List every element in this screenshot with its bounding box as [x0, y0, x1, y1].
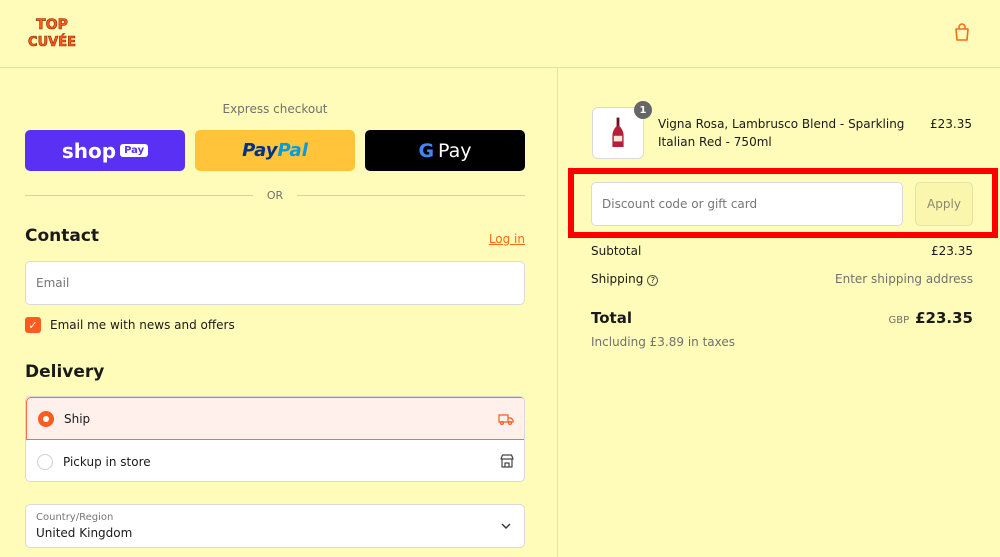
login-link[interactable]: Log in	[470, 232, 525, 246]
total-amount-group: GBP £23.35	[888, 309, 973, 327]
top-cuvee-logo[interactable]: TOP CUVÉE	[25, 14, 79, 51]
shop-pay-badge: Pay	[120, 144, 149, 157]
google-g-icon: G	[418, 139, 435, 162]
paypal-button[interactable]: Pay Pal	[195, 130, 355, 171]
checkout-form: Express checkout shop Pay Pay Pal G Pay O…	[0, 68, 558, 557]
delivery-method-group: Ship Pickup in store	[25, 396, 525, 482]
order-summary: 1 Vigna Rosa, Lambrusco Blend - Sparklin…	[558, 68, 1000, 557]
discount-code-input[interactable]	[592, 183, 902, 225]
currency-code: GBP	[888, 315, 910, 326]
pickup-radio[interactable]	[37, 453, 53, 470]
subtotal-value: £23.35	[931, 244, 973, 258]
pickup-label: Pickup in store	[63, 454, 151, 469]
or-divider: OR	[25, 187, 525, 203]
ship-radio[interactable]	[38, 410, 54, 427]
subtotal-row: Subtotal £23.35	[591, 244, 973, 258]
svg-text:TOP: TOP	[36, 17, 68, 33]
svg-text:CUVÉE: CUVÉE	[28, 34, 76, 50]
newsletter-checkbox[interactable]: ✓	[25, 317, 41, 333]
country-value: United Kingdom	[36, 526, 133, 540]
contact-heading: Contact	[25, 226, 100, 246]
apply-discount-button[interactable]: Apply	[915, 182, 973, 226]
delivery-option-pickup[interactable]: Pickup in store	[26, 440, 524, 481]
shopping-bag-icon[interactable]	[951, 21, 973, 43]
shop-pay-button[interactable]: shop Pay	[25, 130, 185, 171]
country-label: Country/Region	[36, 512, 114, 523]
logo-mark: TOP CUVÉE	[28, 17, 77, 51]
wine-bottle-icon	[612, 117, 624, 147]
email-field-wrapper	[25, 261, 525, 305]
total-row: Total GBP £23.35	[591, 309, 973, 327]
google-pay-button[interactable]: G Pay	[365, 130, 525, 171]
quantity-badge: 1	[634, 101, 652, 119]
divider-line	[25, 194, 253, 196]
subtotal-label: Subtotal	[591, 244, 642, 258]
help-icon[interactable]: ?	[647, 275, 659, 286]
taxes-note: Including £3.89 in taxes	[591, 335, 736, 349]
delivery-option-ship[interactable]: Ship	[26, 397, 524, 440]
email-field[interactable]	[26, 262, 524, 304]
ship-label: Ship	[64, 411, 91, 426]
paypal-word-2: Pal	[277, 140, 308, 161]
shipping-label-group: Shipping?	[591, 272, 659, 286]
store-icon	[500, 454, 514, 468]
or-label: OR	[266, 188, 284, 202]
header: TOP CUVÉE	[0, 0, 1000, 68]
divider-line	[297, 194, 525, 196]
total-value: £23.35	[915, 309, 973, 327]
express-checkout-title: Express checkout	[222, 102, 328, 116]
delivery-heading: Delivery	[25, 362, 105, 382]
google-pay-word: Pay	[438, 139, 472, 162]
newsletter-label: Email me with news and offers	[50, 318, 235, 332]
truck-icon	[498, 414, 514, 426]
total-label: Total	[591, 309, 632, 327]
discount-field-wrapper	[591, 182, 903, 226]
shop-pay-word: shop	[61, 138, 117, 163]
shipping-label: Shipping	[591, 272, 644, 286]
newsletter-row[interactable]: ✓ Email me with news and offers	[25, 317, 235, 333]
shipping-value: Enter shipping address	[835, 272, 973, 286]
product-name: Vigna Rosa, Lambrusco Blend - Sparkling …	[658, 117, 905, 149]
paypal-word-1: Pay	[242, 140, 278, 161]
shipping-row: Shipping? Enter shipping address	[591, 272, 973, 286]
product-price: £23.35	[930, 117, 972, 131]
country-select[interactable]: Country/Region United Kingdom	[25, 504, 525, 548]
chevron-down-icon	[501, 523, 511, 529]
